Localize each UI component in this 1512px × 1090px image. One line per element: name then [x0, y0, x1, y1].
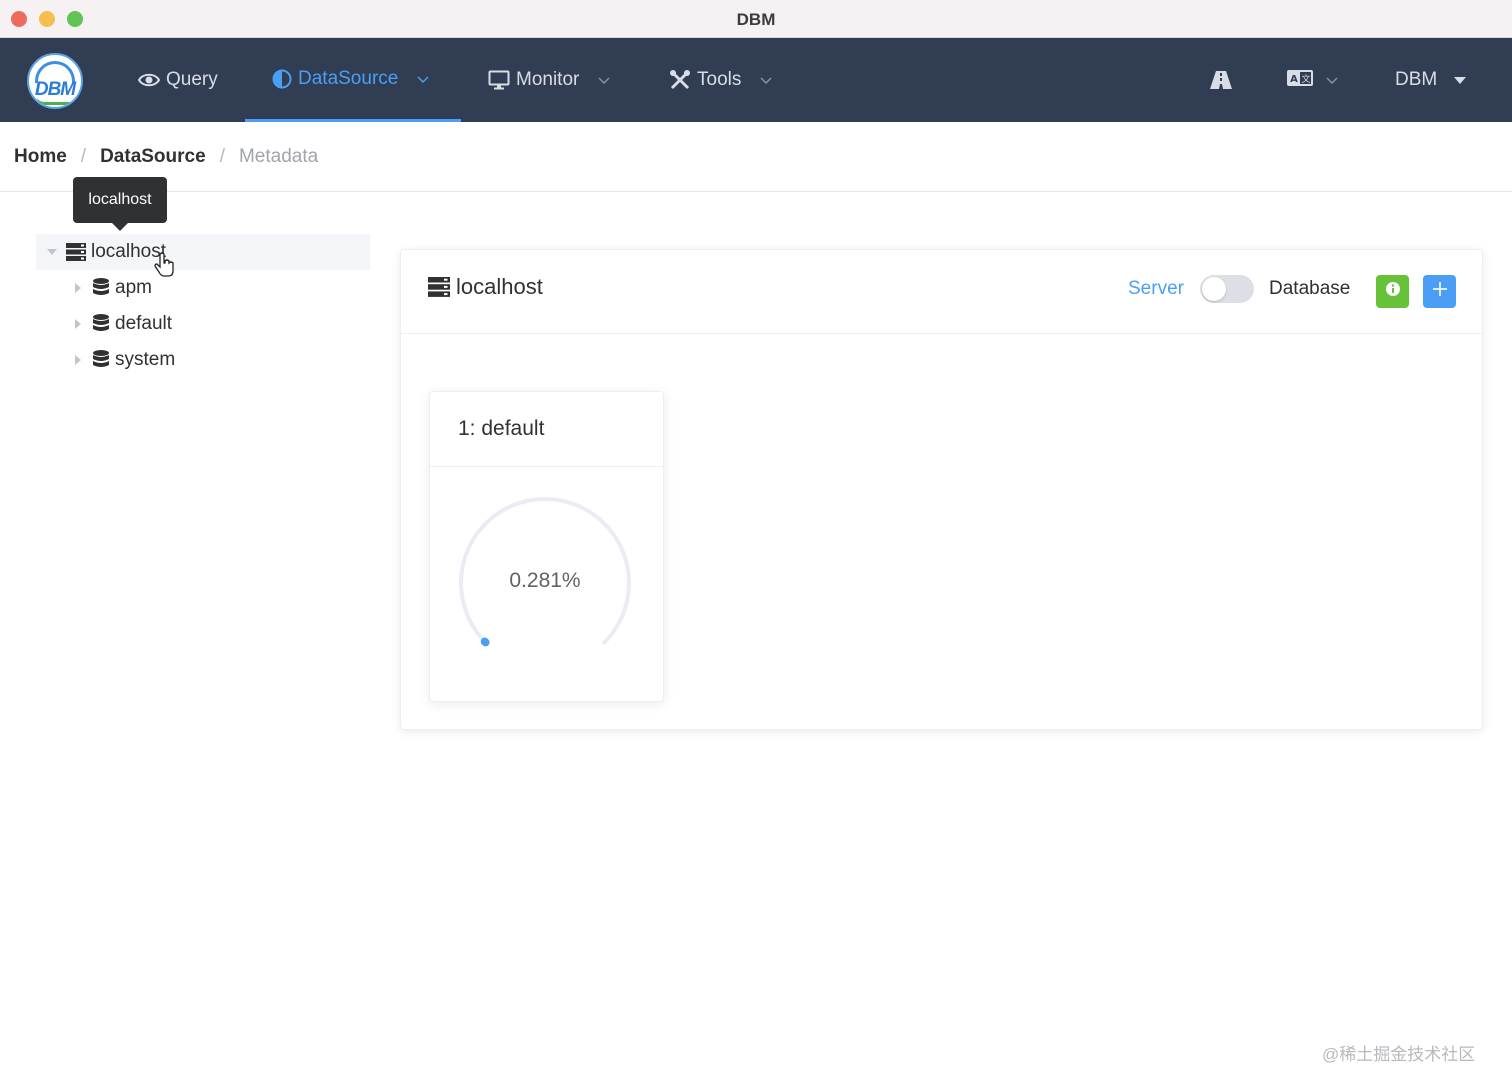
- nav-query-label: Query: [166, 69, 218, 90]
- tree-node-label: apm: [115, 277, 152, 298]
- svg-text:文: 文: [1301, 73, 1310, 85]
- tree-node-localhost[interactable]: localhost: [36, 234, 370, 270]
- caret-right-icon[interactable]: [72, 318, 84, 330]
- breadcrumb-separator: /: [219, 146, 225, 167]
- breadcrumb-current: Metadata: [238, 146, 319, 167]
- nav-monitor[interactable]: Monitor: [488, 38, 611, 122]
- translate-icon: A文: [1287, 69, 1313, 92]
- watermark: @稀土掘金技术社区: [1322, 1045, 1476, 1064]
- chevron-down-icon: [597, 75, 611, 85]
- gauge-fill: [480, 637, 490, 647]
- nav-tools[interactable]: Tools: [669, 38, 773, 122]
- panel-title: localhost: [428, 274, 543, 300]
- usage-percent-text: 0.281%: [509, 569, 581, 592]
- database-card[interactable]: 1: default 0.281%: [429, 391, 664, 702]
- caret-right-icon[interactable]: [72, 282, 84, 294]
- tree-node-label: system: [115, 349, 176, 370]
- datasource-panel: localhost Server Database 1: default 0.2…: [400, 249, 1483, 730]
- nav-datasource[interactable]: DataSource: [245, 38, 461, 122]
- breadcrumb-separator: /: [80, 146, 87, 167]
- switch-label-server[interactable]: Server: [1128, 278, 1184, 300]
- tooltip: localhost: [73, 177, 167, 223]
- server-database-switch[interactable]: [1200, 275, 1254, 303]
- user-menu[interactable]: DBM: [1395, 38, 1467, 122]
- window-title: DBM: [736, 10, 776, 29]
- language-switch[interactable]: A文: [1287, 38, 1339, 122]
- tree-node-apm[interactable]: apm: [72, 270, 152, 306]
- panel-title-text: localhost: [456, 274, 543, 299]
- tools-icon: [669, 69, 691, 91]
- database-icon: [92, 350, 110, 370]
- eye-icon: [138, 72, 160, 88]
- chevron-down-icon: [416, 74, 430, 84]
- caret-down-icon[interactable]: [46, 246, 58, 258]
- half-circle-icon: [272, 69, 292, 89]
- breadcrumb-home[interactable]: Home: [14, 146, 67, 168]
- database-icon: [92, 278, 110, 298]
- tooltip-arrow: [112, 223, 128, 231]
- info-button[interactable]: [1376, 275, 1409, 308]
- switch-label-database[interactable]: Database: [1269, 278, 1350, 300]
- tree-node-default[interactable]: default: [72, 306, 172, 342]
- app-logo[interactable]: DBM: [27, 53, 83, 109]
- svg-text:A: A: [1290, 74, 1298, 85]
- breadcrumb-divider: [0, 191, 1512, 192]
- chevron-down-icon: [759, 75, 773, 85]
- info-icon: [1385, 281, 1401, 302]
- road-icon[interactable]: [1209, 38, 1233, 122]
- top-navbar: DBM Query DataSource Monitor Tools A 文 D…: [0, 38, 1512, 122]
- chevron-down-icon: [1325, 75, 1339, 85]
- add-button[interactable]: [1423, 275, 1456, 308]
- breadcrumb: Home / DataSource / Metadata: [14, 146, 318, 168]
- tree-node-label: default: [115, 313, 173, 334]
- database-card-title: 1: default: [430, 392, 663, 467]
- database-icon: [92, 314, 110, 334]
- plus-icon: [1432, 282, 1447, 301]
- hand-cursor-icon: [154, 252, 176, 283]
- user-menu-label: DBM: [1395, 69, 1438, 90]
- nav-datasource-label: DataSource: [298, 67, 399, 89]
- panel-header: localhost Server Database: [401, 250, 1482, 334]
- nav-monitor-label: Monitor: [516, 69, 580, 90]
- switch-knob: [1202, 277, 1226, 301]
- monitor-icon: [488, 70, 510, 90]
- nav-tools-label: Tools: [697, 69, 742, 90]
- nav-query[interactable]: Query: [138, 38, 218, 122]
- tree-node-system[interactable]: system: [72, 342, 175, 378]
- server-icon: [66, 243, 86, 261]
- caret-down-icon: [1453, 75, 1467, 85]
- breadcrumb-datasource[interactable]: DataSource: [100, 146, 206, 168]
- server-icon: [428, 277, 450, 297]
- caret-right-icon[interactable]: [72, 354, 84, 366]
- window-titlebar: DBM: [0, 0, 1512, 38]
